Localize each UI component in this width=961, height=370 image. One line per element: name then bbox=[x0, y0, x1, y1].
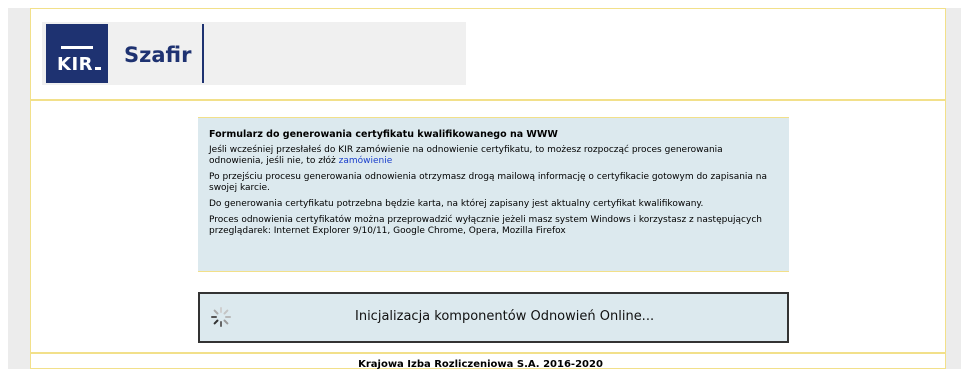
info-paragraph-card: Do generowania certyfikatu potrzebna będ… bbox=[209, 199, 704, 209]
kir-logo-mark: KIR bbox=[46, 24, 108, 83]
info-paragraph-order-text: Jeśli wcześniej przesłałeś do KIR zamówi… bbox=[209, 145, 723, 166]
info-panel: Formularz do generowania certyfikatu kwa… bbox=[198, 117, 789, 272]
kir-logo-bar bbox=[61, 46, 93, 49]
info-paragraph-order: Jeśli wcześniej przesłałeś do KIR zamówi… bbox=[209, 145, 777, 167]
kir-szafir-logo: KIR Szafir bbox=[42, 22, 466, 85]
left-gutter bbox=[8, 8, 30, 369]
logo-divider bbox=[202, 24, 204, 83]
info-paragraph-email: Po przejściu procesu generowania odnowie… bbox=[209, 172, 768, 193]
info-paragraph-requirements: Proces odnowienia certyfikatów można prz… bbox=[209, 215, 762, 236]
status-box: Inicjalizacja komponentów Odnowień Onlin… bbox=[198, 292, 789, 343]
kir-logo-text: KIR bbox=[57, 54, 94, 75]
form-title: Formularz do generowania certyfikatu kwa… bbox=[209, 129, 558, 140]
right-gutter bbox=[946, 8, 961, 369]
szafir-logo-text: Szafir bbox=[124, 43, 192, 67]
status-message: Inicjalizacja komponentów Odnowień Onlin… bbox=[355, 309, 655, 324]
kir-logo-underscore bbox=[95, 67, 101, 70]
order-link[interactable]: zamówienie bbox=[339, 156, 393, 166]
loading-spinner-icon bbox=[211, 307, 231, 327]
footer-copyright: Krajowa Izba Rozliczeniowa S.A. 2016-202… bbox=[358, 359, 603, 370]
